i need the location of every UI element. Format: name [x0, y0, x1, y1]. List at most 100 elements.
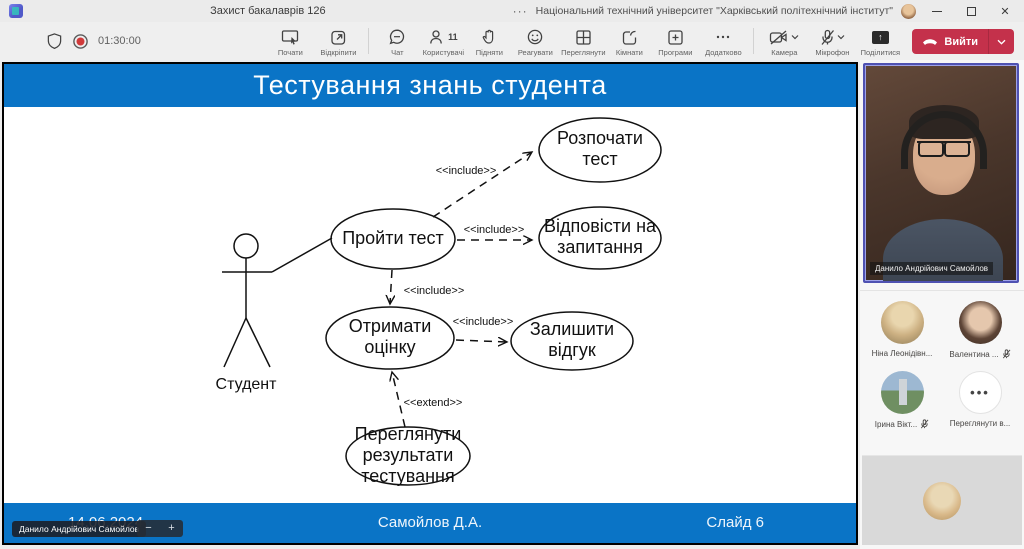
hangup-icon	[922, 37, 938, 46]
usecase-answer-questions-label: Відповісти на запитання	[538, 216, 662, 258]
rooms-icon	[621, 29, 638, 46]
actor-student-figure	[222, 234, 272, 367]
participant-name: Ірина Вікт...	[875, 420, 917, 429]
maximize-icon	[967, 7, 976, 16]
view-button[interactable]: Переглянути	[561, 25, 605, 57]
chat-button[interactable]: Чат	[377, 25, 417, 57]
include-stereotype-label: <<include>>	[421, 165, 511, 177]
react-label: Реагувати	[518, 48, 553, 57]
avatar	[923, 482, 961, 520]
shared-presentation-slide: Тестування знань студента	[2, 62, 858, 545]
smiley-icon	[526, 28, 544, 46]
add-app-icon	[667, 29, 684, 46]
unpin-label: Відкріпити	[320, 48, 356, 57]
slide-zoom-controls: − +	[137, 520, 183, 537]
chevron-down-icon	[997, 39, 1006, 45]
actor-student-label: Студент	[206, 376, 286, 394]
meeting-timer: 01:30:00	[98, 35, 141, 47]
participant-tile[interactable]: Ніна Леонідівн...	[865, 301, 939, 358]
meeting-title: Захист бакалаврів 126	[23, 5, 513, 17]
zoom-in-button[interactable]: +	[168, 523, 174, 534]
leave-label: Вийти	[944, 36, 978, 48]
window-titlebar: Захист бакалаврів 126 ··· Національний т…	[0, 0, 1024, 22]
leave-options-button[interactable]	[989, 39, 1014, 45]
avatar	[881, 301, 924, 344]
close-button[interactable]: ✕	[992, 2, 1018, 20]
slide-title-bar: Тестування знань студента	[4, 64, 856, 107]
more-label: Додатково	[705, 48, 742, 57]
toolbar-divider	[368, 28, 369, 54]
chevron-down-icon	[837, 34, 845, 40]
avatar	[881, 371, 924, 414]
glasses-graphic	[917, 141, 971, 153]
mic-button[interactable]: Мікрофон	[810, 25, 854, 57]
usecase-leave-feedback-label: Залишити відгук	[522, 319, 622, 361]
mic-off-icon	[820, 29, 835, 46]
rooms-button[interactable]: Кімнати	[609, 25, 649, 57]
avatar	[959, 301, 1002, 344]
grid-view-icon	[575, 29, 592, 46]
more-button[interactable]: Додатково	[701, 25, 745, 57]
camera-off-icon	[769, 29, 789, 46]
mic-muted-icon	[920, 419, 929, 429]
people-label: Користувачі	[423, 48, 464, 57]
leave-button[interactable]: Вийти	[912, 29, 1014, 54]
raise-hand-label: Підняти	[476, 48, 503, 57]
share-label: Поділитися	[861, 48, 900, 57]
rooms-label: Кімнати	[616, 48, 643, 57]
include-edge-start-test	[433, 152, 532, 217]
more-participants-icon: •••	[959, 371, 1002, 414]
start-share-button[interactable]: Почати	[268, 25, 312, 57]
usecase-start-test-label: Розпочати тест	[545, 128, 655, 170]
include-stereotype-label: <<include>>	[438, 316, 528, 328]
view-all-participants-tile[interactable]: ••• Переглянути в...	[943, 371, 1017, 428]
participants-grid: Ніна Леонідівн... Валентина ... Ірина Ві…	[860, 290, 1024, 443]
association-student-take-test	[272, 238, 332, 272]
use-case-diagram: Пройти тест Розпочати тест Відповісти на…	[4, 107, 856, 504]
chat-icon	[388, 28, 406, 46]
people-button[interactable]: 11 Користувачі	[421, 25, 465, 57]
include-edge-leave-feedback	[456, 340, 507, 342]
speaker-name-tag: Данило Андрійович Самойлов	[870, 262, 993, 275]
apps-button[interactable]: Програми	[653, 25, 697, 57]
usecase-take-test-label: Пройти тест	[333, 228, 453, 249]
participant-name: Переглянути в...	[950, 419, 1011, 428]
view-label: Переглянути	[561, 48, 605, 57]
raise-hand-button[interactable]: Підняти	[469, 25, 509, 57]
usecase-view-results-label: Переглянути результати тестування	[348, 424, 468, 488]
zoom-out-button[interactable]: −	[145, 523, 151, 534]
react-button[interactable]: Реагувати	[513, 25, 557, 57]
popout-icon	[330, 29, 347, 46]
include-stereotype-label: <<include>>	[449, 224, 539, 236]
overflow-menu-icon[interactable]: ···	[513, 4, 528, 18]
speaker-video-tile[interactable]: Данило Андрійович Самойлов	[863, 63, 1019, 283]
camera-button[interactable]: Камера	[762, 25, 806, 57]
share-button[interactable]: ↑ Поділитися	[858, 25, 902, 57]
chevron-down-icon	[791, 34, 799, 40]
mic-muted-icon	[1002, 349, 1011, 359]
more-dots-icon	[714, 28, 732, 46]
meeting-toolbar: 01:30:00 Почати Відкріпити Чат	[0, 22, 1024, 60]
teams-logo-icon	[9, 4, 23, 18]
participant-tile[interactable]: Ірина Вікт...	[865, 371, 939, 429]
participant-name: Валентина ...	[949, 350, 998, 359]
participant-tile[interactable]: Валентина ...	[943, 301, 1017, 359]
participant-name: Ніна Леонідівн...	[872, 349, 933, 358]
camera-label: Камера	[771, 48, 797, 57]
maximize-button[interactable]	[958, 2, 984, 20]
slide-title: Тестування знань студента	[253, 70, 606, 101]
usecase-get-grade-label: Отримати оцінку	[340, 316, 440, 358]
toolbar-divider	[753, 28, 754, 54]
minimize-button[interactable]	[924, 2, 950, 20]
recording-icon	[72, 33, 89, 50]
shield-icon	[46, 32, 63, 50]
people-icon	[429, 28, 445, 46]
unpin-button[interactable]: Відкріпити	[316, 25, 360, 57]
apps-label: Програми	[658, 48, 692, 57]
camera-off-participant-tile[interactable]	[862, 455, 1022, 545]
slide-page-number: Слайд 6	[706, 514, 764, 531]
chat-label: Чат	[391, 48, 403, 57]
org-title: Національний технічний університет "Харк…	[536, 5, 893, 17]
user-avatar[interactable]	[901, 4, 916, 19]
share-screen-icon: ↑	[872, 31, 889, 44]
